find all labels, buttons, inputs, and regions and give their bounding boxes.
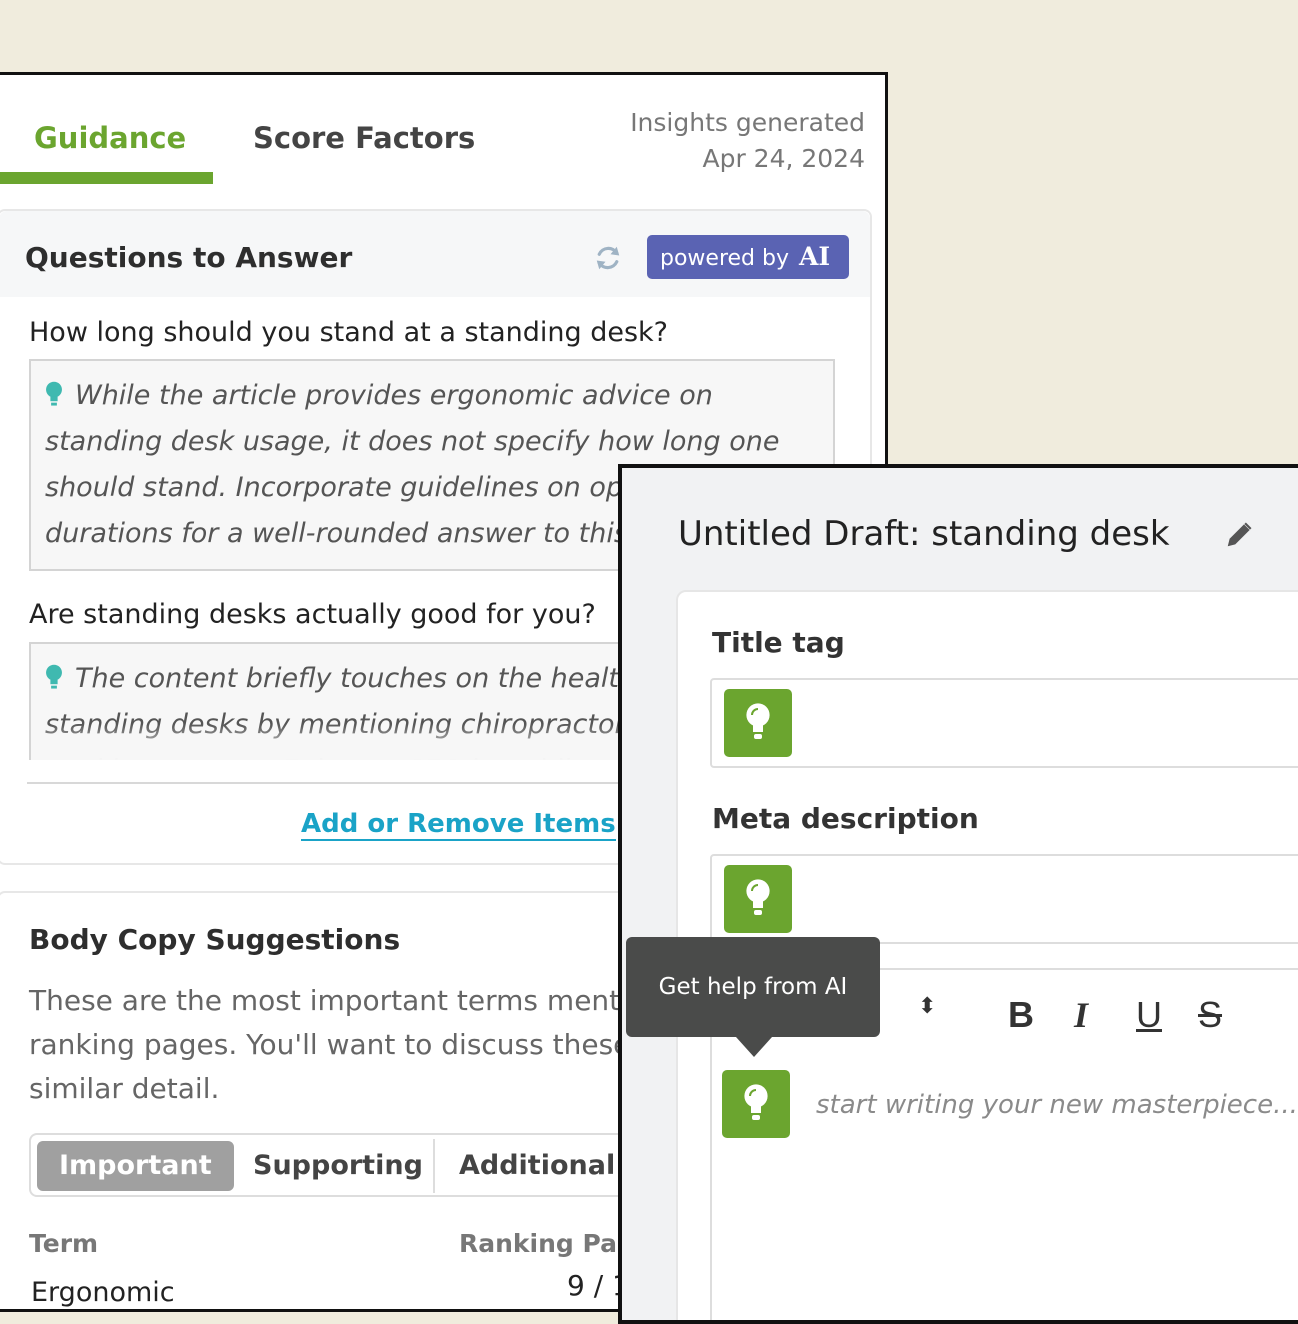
lightbulb-icon — [744, 1084, 768, 1120]
insights-label: Insights generated — [630, 108, 865, 137]
tab-bar: Guidance Score Factors Insights generate… — [0, 75, 885, 187]
ai-badge-prefix: powered by — [660, 246, 789, 271]
pencil-icon[interactable] — [1224, 520, 1254, 550]
questions-card-header: Questions to Answer powered by AI — [0, 211, 870, 297]
underline-button[interactable]: U — [1136, 994, 1162, 1036]
insights-timestamp: Insights generated Apr 24, 2024 — [630, 105, 865, 177]
active-tab-indicator — [0, 172, 213, 184]
body-copy-title: Body Copy Suggestions — [29, 923, 401, 956]
strikethrough-button[interactable]: S — [1198, 994, 1222, 1036]
question-text: Are standing desks actually good for you… — [29, 599, 596, 630]
divider — [433, 1139, 435, 1193]
ai-help-tooltip: Get help from AI — [626, 937, 880, 1057]
heading-select-icon[interactable]: ⬍ — [918, 995, 936, 1017]
refresh-icon[interactable] — [593, 243, 623, 273]
ai-help-button[interactable] — [722, 1070, 790, 1138]
tab-guidance[interactable]: Guidance — [34, 121, 186, 155]
draft-title: Untitled Draft: standing desk — [678, 514, 1170, 554]
lightbulb-icon — [46, 664, 62, 689]
segment-additional[interactable]: Additional — [437, 1141, 637, 1191]
meta-description-input[interactable] — [710, 854, 1298, 944]
ai-badge-strong: AI — [799, 242, 831, 271]
segment-supporting[interactable]: Supporting — [231, 1141, 445, 1191]
lightbulb-icon — [746, 879, 770, 915]
lightbulb-icon — [46, 381, 62, 406]
meta-description-label: Meta description — [712, 802, 979, 835]
insights-date: Apr 24, 2024 — [702, 144, 865, 173]
column-header-term[interactable]: Term — [29, 1229, 98, 1258]
draft-panel: Untitled Draft: standing desk Title tag … — [618, 464, 1298, 1324]
bold-button[interactable]: B — [1008, 994, 1034, 1036]
tab-score-factors[interactable]: Score Factors — [253, 121, 475, 155]
body-editor[interactable]: start writing your new masterpiece... — [710, 1060, 1298, 1320]
questions-card-title: Questions to Answer — [25, 241, 353, 274]
italic-button[interactable]: I — [1074, 994, 1088, 1036]
segment-important[interactable]: Important — [37, 1141, 234, 1191]
tooltip-text: Get help from AI — [658, 974, 848, 1000]
powered-by-ai-badge: powered by AI — [647, 235, 849, 279]
title-tag-label: Title tag — [712, 626, 845, 659]
title-tag-input[interactable] — [710, 678, 1298, 768]
ai-help-button[interactable] — [724, 865, 792, 933]
add-remove-items-link[interactable]: Add or Remove Items — [301, 809, 616, 841]
editor-placeholder: start writing your new masterpiece... — [816, 1090, 1298, 1120]
question-text: How long should you stand at a standing … — [29, 317, 669, 348]
ai-help-button[interactable] — [724, 689, 792, 757]
lightbulb-icon — [746, 703, 770, 739]
tooltip-arrow — [736, 1037, 772, 1057]
term-cell: Ergonomic — [31, 1277, 175, 1308]
